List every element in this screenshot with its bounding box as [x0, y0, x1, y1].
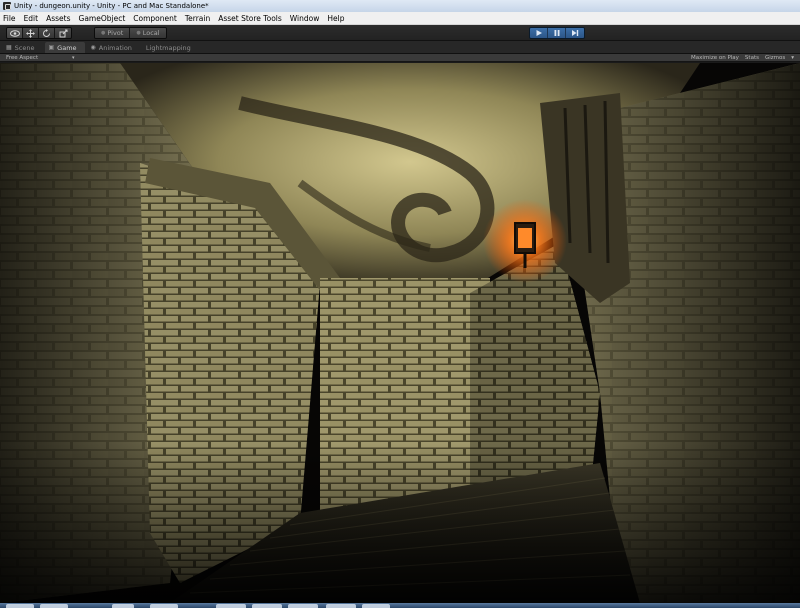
rotate-icon [43, 28, 50, 37]
dungeon-scene-render [0, 63, 800, 603]
view-tabs: ▦ Scene ▣ Game ◉ Animation Lightmapping [0, 41, 800, 54]
pause-icon [554, 30, 559, 36]
taskbar-button[interactable] [150, 604, 178, 608]
tab-lightmapping[interactable]: Lightmapping [142, 42, 199, 53]
menubar: File Edit Assets GameObject Component Te… [0, 12, 800, 25]
taskbar-button[interactable] [252, 604, 282, 608]
main-toolbar: ● Pivot ● Local [0, 25, 800, 41]
menu-assets[interactable]: Assets [46, 14, 70, 23]
menu-component[interactable]: Component [133, 14, 177, 23]
taskbar-button[interactable] [216, 604, 246, 608]
gizmos-chevron-icon: ▾ [791, 55, 794, 61]
pivot-button[interactable]: ● Pivot [95, 28, 131, 38]
game-viewport[interactable] [0, 63, 800, 603]
tab-lightmapping-label: Lightmapping [145, 43, 191, 52]
eye-icon [9, 29, 20, 37]
playback-controls [529, 27, 585, 39]
step-button[interactable] [566, 28, 584, 38]
pause-button[interactable] [548, 28, 566, 38]
game-view-controls: Free Aspect ▾ Maximize on Play Stats Giz… [0, 54, 800, 62]
tab-scene[interactable]: ▦ Scene [2, 42, 43, 53]
hand-tool-button[interactable] [7, 28, 23, 38]
menu-terrain[interactable]: Terrain [185, 14, 210, 23]
menu-window[interactable]: Window [290, 14, 320, 23]
pivot-toggle-group: ● Pivot ● Local [94, 27, 167, 39]
move-tool-button[interactable] [23, 28, 39, 38]
local-label: Local [142, 29, 160, 37]
play-icon [536, 30, 542, 36]
window-title: Unity - dungeon.unity - Unity - PC and M… [14, 2, 209, 10]
os-taskbar [0, 603, 800, 608]
transform-tools [6, 27, 72, 39]
taskbar-button[interactable] [40, 604, 68, 608]
pivot-label: Pivot [107, 29, 124, 37]
chevron-down-icon: ▾ [72, 55, 75, 61]
menu-edit[interactable]: Edit [24, 14, 39, 23]
grid-icon: ▦ [6, 44, 12, 51]
move-icon [26, 28, 35, 38]
animation-icon: ◉ [90, 44, 96, 51]
menu-asset-store-tools[interactable]: Asset Store Tools [218, 14, 282, 23]
aspect-dropdown[interactable]: Free Aspect [6, 54, 38, 62]
scale-icon [59, 29, 67, 37]
menu-help[interactable]: Help [327, 14, 344, 23]
taskbar-button[interactable] [6, 604, 34, 608]
menu-file[interactable]: File [3, 14, 16, 23]
scale-tool-button[interactable] [55, 28, 71, 38]
taskbar-button[interactable] [112, 604, 134, 608]
tab-game-label: Game [57, 43, 77, 52]
tab-scene-label: Scene [14, 43, 35, 52]
tab-animation[interactable]: ◉ Animation [87, 42, 140, 53]
tab-animation-label: Animation [98, 43, 132, 52]
menu-gameobject[interactable]: GameObject [79, 14, 126, 23]
step-icon [572, 30, 579, 36]
unity-logo-icon [3, 2, 11, 10]
taskbar-button[interactable] [326, 604, 356, 608]
tab-game[interactable]: ▣ Game [44, 42, 85, 53]
gizmos-dropdown[interactable]: Gizmos [765, 54, 785, 62]
window-titlebar: Unity - dungeon.unity - Unity - PC and M… [0, 0, 800, 12]
rotate-tool-button[interactable] [39, 28, 55, 38]
game-icon: ▣ [48, 44, 55, 51]
game-view-options: Maximize on Play Stats Gizmos ▾ [685, 54, 794, 62]
play-button[interactable] [530, 28, 548, 38]
taskbar-button[interactable] [362, 604, 390, 608]
stats-toggle[interactable]: Stats [745, 54, 759, 62]
local-button[interactable]: ● Local [130, 28, 166, 38]
maximize-on-play-toggle[interactable]: Maximize on Play [691, 54, 739, 62]
taskbar-button[interactable] [288, 604, 318, 608]
